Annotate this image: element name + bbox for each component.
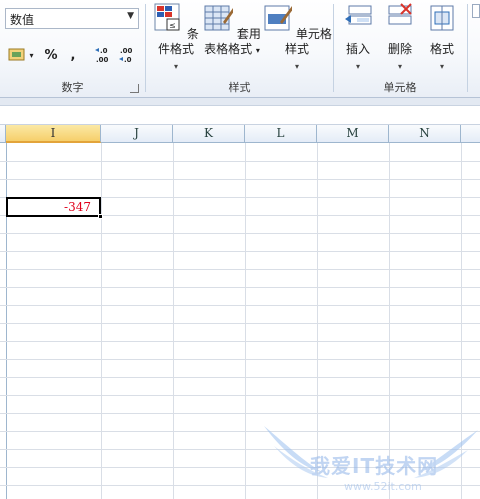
format-cells-icon: [430, 5, 454, 31]
column-header-k[interactable]: K: [173, 125, 245, 143]
conditional-format-button[interactable]: ≤ 条件格式 ▾: [148, 2, 204, 74]
increase-decimal-button[interactable]: .0 .00: [94, 44, 114, 66]
chevron-down-icon: ▾: [439, 62, 444, 71]
styles-group: ≤ 条件格式 ▾ 套用 表格格式 ▾ 单元格样式 ▾ 样式: [146, 0, 333, 98]
number-group-label: 数字: [61, 81, 84, 94]
svg-text:.00: .00: [120, 47, 133, 55]
active-cell-value: -347: [64, 200, 91, 214]
gridline-row: [0, 359, 480, 360]
column-header-j[interactable]: J: [101, 125, 173, 143]
cell-styles-label: 单元格样式: [284, 27, 332, 56]
decrease-decimal-button[interactable]: .00 .0: [118, 44, 138, 66]
delete-cells-icon: [388, 3, 412, 25]
chevron-down-icon: ▾: [29, 50, 34, 60]
delete-label: 删除: [387, 42, 412, 56]
chevron-down-icon: ▾: [294, 62, 299, 71]
column-header-i[interactable]: I: [6, 125, 101, 143]
svg-text:.00: .00: [96, 56, 109, 64]
gridline-row: [0, 251, 480, 252]
number-format-value: 数值: [10, 13, 35, 27]
gridline-row: [0, 341, 480, 342]
gridline-row: [0, 305, 480, 306]
editing-group-edge[interactable]: [472, 4, 480, 18]
gridline-row: [0, 395, 480, 396]
format-as-table-icon: [204, 5, 236, 31]
row-header-corner: [0, 125, 6, 143]
styles-group-label: 样式: [228, 81, 251, 94]
svg-text:.0: .0: [124, 56, 132, 64]
group-divider: [467, 4, 468, 92]
ribbon: 数值 ▼ ▾ % , .0 .00 .00 .0 数字 ≤ 条件格式 ▾ 套用 …: [0, 0, 480, 98]
column-header-o[interactable]: [461, 125, 480, 143]
gridline-row: [0, 233, 480, 234]
increase-decimal-icon: .0 .00: [95, 47, 109, 64]
number-group: 数值 ▼ ▾ % , .0 .00 .00 .0 数字: [0, 0, 145, 98]
watermark: 我爱IT技术网 www.52it.com: [262, 420, 480, 499]
gridline-row: [0, 413, 480, 414]
percent-label: %: [44, 47, 58, 63]
watermark-url: www.52it.com: [344, 480, 422, 493]
cells-group: 插入 ▾ 删除 ▾ 格式 ▾ 单元格: [334, 0, 466, 98]
insert-button[interactable]: 插入 ▾: [338, 2, 378, 74]
svg-text:.0: .0: [100, 47, 108, 55]
insert-cells-icon: [345, 5, 372, 25]
column-header-n[interactable]: N: [389, 125, 461, 143]
watermark-text: 我爱IT技术网: [310, 454, 439, 478]
formula-bar-separator: [0, 98, 480, 106]
cell-styles-button[interactable]: 单元格样式 ▾: [262, 2, 332, 74]
format-as-table-label-2: 表格格式: [204, 42, 253, 56]
dialog-launcher-icon[interactable]: [130, 84, 139, 93]
gridline-row: [0, 377, 480, 378]
cells-group-label: 单元格: [383, 81, 417, 94]
currency-icon: [8, 48, 25, 61]
percent-style-button[interactable]: %: [42, 44, 60, 66]
gridline-row: [0, 287, 480, 288]
delete-button[interactable]: 删除 ▾: [380, 2, 420, 74]
format-as-table-label-1: 套用: [236, 27, 261, 41]
gridline-row: [0, 179, 480, 180]
comma-label: ,: [70, 47, 76, 63]
gridline-row: [0, 269, 480, 270]
format-button[interactable]: 格式 ▾: [422, 2, 462, 74]
gridline-row: [0, 323, 480, 324]
insert-label: 插入: [345, 42, 370, 56]
chevron-down-icon: ▾: [355, 62, 360, 71]
cell-styles-icon: [264, 5, 295, 31]
column-header-l[interactable]: L: [245, 125, 317, 143]
gridline-row: [0, 161, 480, 162]
format-as-table-button[interactable]: 套用 表格格式 ▾: [200, 2, 264, 58]
fill-handle[interactable]: [98, 214, 103, 219]
chevron-down-icon: ▾: [255, 46, 260, 55]
active-cell[interactable]: -347: [6, 197, 101, 217]
accounting-format-button[interactable]: ▾: [6, 44, 36, 66]
comma-style-button[interactable]: ,: [66, 44, 80, 66]
formula-bar[interactable]: [0, 107, 480, 125]
chevron-down-icon: ▾: [397, 62, 402, 71]
format-label: 格式: [429, 42, 454, 56]
number-format-dropdown[interactable]: 数值 ▼: [5, 8, 139, 29]
svg-text:≤: ≤: [169, 21, 176, 30]
chevron-down-icon: ▼: [127, 11, 134, 21]
conditional-format-icon: ≤: [154, 3, 180, 31]
column-header-m[interactable]: M: [317, 125, 389, 143]
chevron-down-icon: ▾: [173, 62, 178, 71]
decrease-decimal-icon: .00 .0: [119, 47, 133, 64]
